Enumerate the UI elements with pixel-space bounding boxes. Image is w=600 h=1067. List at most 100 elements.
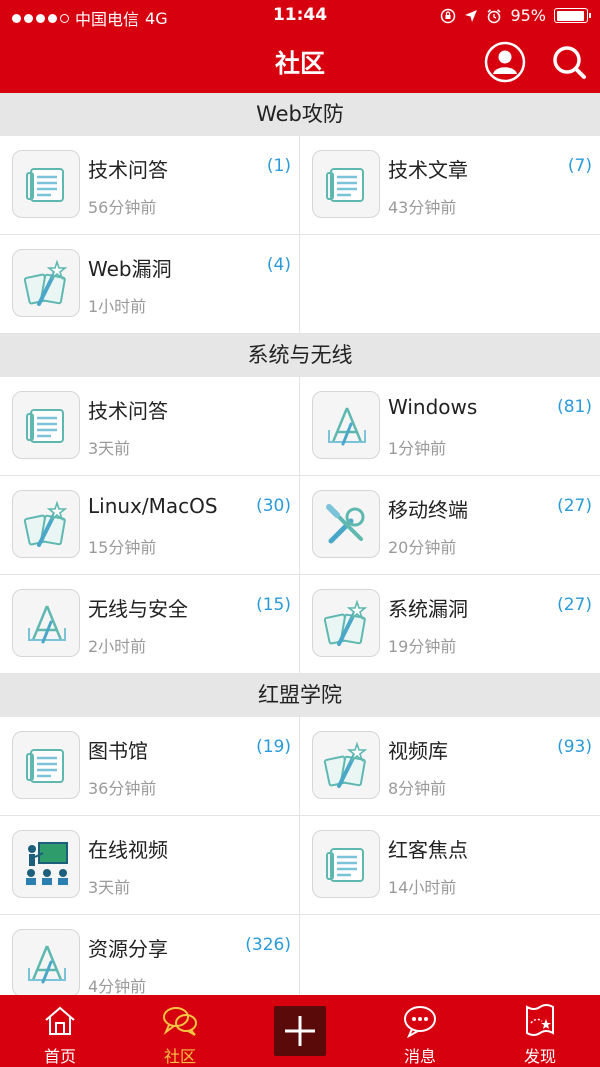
profile-button[interactable] <box>484 41 526 83</box>
status-bar: 中国电信 4G 11:44 95% <box>0 0 600 30</box>
board-last-updated: 43分钟前 <box>388 198 457 217</box>
plus-icon <box>285 1016 315 1046</box>
board-count-badge: (81) <box>557 397 592 417</box>
board-count-badge: (7) <box>567 156 592 176</box>
alarm-icon <box>487 8 501 23</box>
board-last-updated: 4分钟前 <box>88 977 147 995</box>
board-last-updated: 1小时前 <box>88 297 147 316</box>
board-last-updated: 3天前 <box>88 878 131 897</box>
board-count-badge: (30) <box>256 496 291 516</box>
tab-community[interactable]: 社区 <box>120 995 240 1067</box>
board-last-updated: 15分钟前 <box>88 538 157 557</box>
board-title: 技术问答 <box>88 158 168 182</box>
board-title: Web漏洞 <box>88 257 172 281</box>
section-header: 红盟学院 <box>0 674 600 717</box>
user-icon <box>484 41 526 83</box>
board-count-badge: (15) <box>256 595 291 615</box>
home-icon <box>45 1006 75 1035</box>
board-last-updated: 20分钟前 <box>388 538 457 557</box>
board-last-updated: 36分钟前 <box>88 779 157 798</box>
tab-community-label: 社区 <box>163 1047 196 1066</box>
add-post-button[interactable] <box>274 1006 326 1056</box>
chat-bubbles-icon <box>163 1007 197 1036</box>
newspaper-icon <box>12 391 80 459</box>
empty-cell <box>300 235 600 334</box>
message-icon <box>404 1006 436 1039</box>
header: 中国电信 4G 11:44 95% 社区 <box>0 0 600 93</box>
newspaper-icon <box>12 150 80 218</box>
app-store-icon <box>12 929 80 995</box>
tab-messages-label: 消息 <box>403 1047 436 1066</box>
app-store-icon <box>12 589 80 657</box>
map-flag-icon <box>526 1004 554 1036</box>
forum-board-item[interactable]: 移动终端 20分钟前 (27) <box>300 476 600 575</box>
board-count-badge: (27) <box>557 595 592 615</box>
magic-wand-icon <box>12 490 80 558</box>
magic-wand-icon <box>312 589 380 657</box>
board-count-badge: (93) <box>557 737 592 757</box>
orientation-lock-icon <box>441 8 456 23</box>
board-title: 红客焦点 <box>388 838 468 862</box>
forum-board-item[interactable]: Windows 1分钟前 (81) <box>300 377 600 476</box>
forum-board-item[interactable]: 系统漏洞 19分钟前 (27) <box>300 575 600 674</box>
tab-discover-label: 发现 <box>523 1047 556 1066</box>
tab-bar: 首页 社区 消息 发现 <box>0 995 600 1067</box>
newspaper-icon <box>312 830 380 898</box>
section-grid: 技术问答 3天前 Windows 1分钟前 (81) Linux/MacOS 15分钟前… <box>0 377 600 674</box>
forum-board-item[interactable]: 无线与安全 2小时前 (15) <box>0 575 300 674</box>
board-count-badge: (326) <box>245 935 291 955</box>
board-last-updated: 8分钟前 <box>388 779 447 798</box>
section-header: 系统与无线 <box>0 334 600 377</box>
tab-messages[interactable]: 消息 <box>360 995 480 1067</box>
classroom-icon <box>12 830 80 898</box>
magic-wand-icon <box>12 249 80 317</box>
board-title: 资源分享 <box>88 937 168 961</box>
search-icon <box>553 46 586 79</box>
board-count-badge: (1) <box>266 156 291 176</box>
battery-icon <box>554 8 591 23</box>
board-title: 视频库 <box>388 739 448 763</box>
location-icon <box>465 9 478 22</box>
wrench-icon <box>312 490 380 558</box>
board-title: 技术问答 <box>88 399 168 423</box>
forum-board-item[interactable]: 技术问答 3天前 <box>0 377 300 476</box>
board-title: 系统漏洞 <box>388 597 468 621</box>
board-title: 移动终端 <box>388 498 468 522</box>
section-grid: 技术问答 56分钟前 (1) 技术文章 43分钟前 (7) Web漏洞 1小时前 (4) <box>0 136 600 334</box>
tab-home[interactable]: 首页 <box>0 995 120 1067</box>
board-title: 在线视频 <box>88 838 168 862</box>
newspaper-icon <box>312 150 380 218</box>
forum-board-item[interactable]: 资源分享 4分钟前 (326) <box>0 915 300 995</box>
forum-board-item[interactable]: 视频库 8分钟前 (93) <box>300 717 600 816</box>
board-last-updated: 19分钟前 <box>388 637 457 656</box>
forum-board-item[interactable]: 红客焦点 14小时前 <box>300 816 600 915</box>
forum-board-item[interactable]: Web漏洞 1小时前 (4) <box>0 235 300 334</box>
app-store-icon <box>312 391 380 459</box>
board-count-badge: (27) <box>557 496 592 516</box>
board-title: Linux/MacOS <box>88 494 218 518</box>
board-last-updated: 1分钟前 <box>388 439 447 458</box>
forum-list[interactable]: Web攻防 技术问答 56分钟前 (1) 技术文章 43分钟前 (7) Web漏洞 1小时… <box>0 93 600 995</box>
tab-home-label: 首页 <box>43 1047 76 1066</box>
board-last-updated: 2小时前 <box>88 637 147 656</box>
board-count-badge: (4) <box>266 255 291 275</box>
magic-wand-icon <box>312 731 380 799</box>
forum-board-item[interactable]: 在线视频 3天前 <box>0 816 300 915</box>
board-last-updated: 56分钟前 <box>88 198 157 217</box>
newspaper-icon <box>12 731 80 799</box>
board-title: 无线与安全 <box>88 597 188 621</box>
section-header: Web攻防 <box>0 93 600 136</box>
board-title: 图书馆 <box>88 739 148 763</box>
forum-board-item[interactable]: 图书馆 36分钟前 (19) <box>0 717 300 816</box>
forum-board-item[interactable]: Linux/MacOS 15分钟前 (30) <box>0 476 300 575</box>
search-button[interactable] <box>548 41 590 83</box>
section-grid: 图书馆 36分钟前 (19) 视频库 8分钟前 (93) 在线视频 3天前 红客焦点 14小… <box>0 717 600 995</box>
board-title: 技术文章 <box>388 158 468 182</box>
board-last-updated: 3天前 <box>88 439 131 458</box>
status-right: 95% <box>440 6 591 25</box>
forum-board-item[interactable]: 技术文章 43分钟前 (7) <box>300 136 600 235</box>
tab-discover[interactable]: 发现 <box>480 995 600 1067</box>
battery-percent: 95% <box>510 6 546 25</box>
empty-cell <box>300 915 600 995</box>
forum-board-item[interactable]: 技术问答 56分钟前 (1) <box>0 136 300 235</box>
